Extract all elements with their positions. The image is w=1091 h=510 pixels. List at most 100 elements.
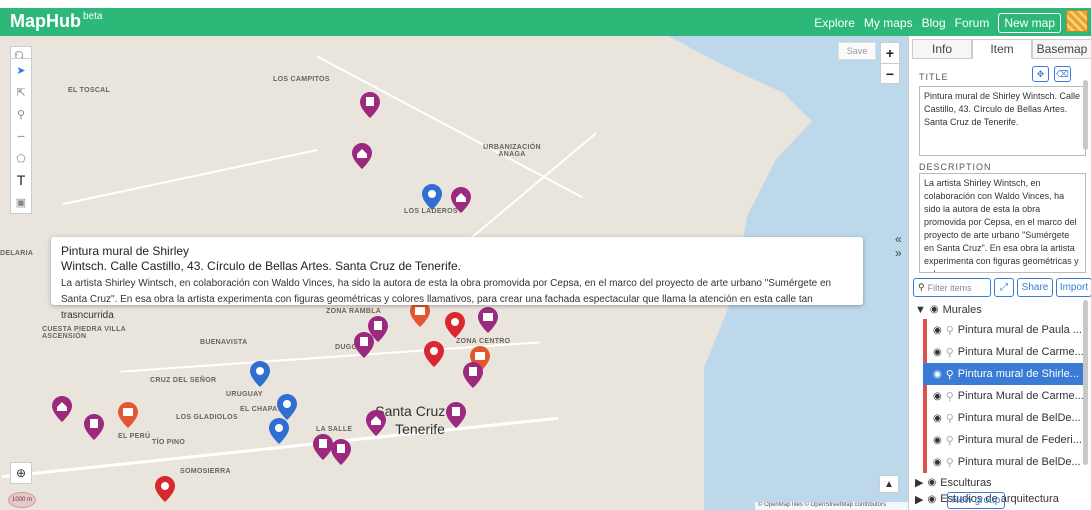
list-item[interactable]: ◉ ⚲ Pintura Mural de Carme... bbox=[923, 341, 1087, 363]
eye-icon[interactable]: ◉ bbox=[933, 435, 942, 446]
locate-button[interactable]: ⊕ bbox=[10, 462, 32, 484]
caret-right-icon: ▶ bbox=[915, 477, 924, 489]
group-esculturas[interactable]: ▶ ◉ Esculturas bbox=[909, 473, 1087, 492]
map-marker-blue[interactable] bbox=[277, 394, 297, 420]
map-marker-home[interactable] bbox=[451, 187, 471, 213]
text-tool[interactable]: T bbox=[11, 169, 31, 191]
list-item-selected[interactable]: ◉ ⚲ Pintura mural de Shirle... bbox=[923, 363, 1087, 385]
group-murales[interactable]: ▼ ◉ Murales bbox=[909, 300, 1087, 319]
zoom-control: + − bbox=[880, 42, 900, 84]
map-label: CUESTA PIEDRA VILLA ASCENSIÓN bbox=[42, 326, 126, 340]
filter-input[interactable]: ⚲ Filter items bbox=[913, 278, 991, 297]
map-label: BUENAVISTA bbox=[200, 339, 248, 346]
map-marker-building[interactable] bbox=[360, 92, 380, 118]
tab-item[interactable]: Item bbox=[972, 39, 1032, 59]
filter-row: ⚲ Filter items ⤢ Share Import bbox=[909, 278, 1091, 298]
save-button[interactable]: Save bbox=[838, 42, 876, 60]
photo-tool[interactable]: ▣ bbox=[11, 191, 31, 213]
item-label: Pintura Mural de Carme... bbox=[957, 346, 1084, 358]
nav-my-maps[interactable]: My maps bbox=[864, 16, 913, 30]
logo[interactable]: MapHub beta bbox=[10, 11, 102, 32]
zoom-out-button[interactable]: − bbox=[881, 63, 899, 83]
chevron-left-icon: « bbox=[895, 232, 902, 246]
share-button[interactable]: Share bbox=[1017, 278, 1053, 297]
map-marker-building[interactable] bbox=[313, 434, 333, 460]
eye-icon[interactable]: ◉ bbox=[933, 369, 942, 380]
list-item[interactable]: ◉ ⚲ Pintura mural de Federi... bbox=[923, 429, 1087, 451]
group-label: Murales bbox=[942, 303, 982, 316]
panel-toggle[interactable]: « » bbox=[895, 232, 909, 272]
title-label: TITLE bbox=[919, 72, 949, 82]
map-canvas[interactable]: EL TOSCAL LOS CAMPITOS URBANIZACIÓN ANAG… bbox=[0, 36, 908, 510]
list-item[interactable]: ◉ ⚲ Pintura mural de Paula ... bbox=[923, 319, 1087, 341]
popup-description: La artista Shirley Wintsch, en colaborac… bbox=[61, 278, 832, 321]
text-icon: T bbox=[16, 172, 26, 188]
list-item[interactable]: ◉ ⚲ Pintura mural de BelDe... bbox=[923, 407, 1087, 429]
north-button[interactable]: ▲ bbox=[879, 475, 899, 493]
expand-button[interactable]: ⤢ bbox=[994, 278, 1014, 297]
map-label: LA SALLE bbox=[316, 426, 353, 433]
trash-icon: ⌫ bbox=[1056, 68, 1069, 79]
eye-icon[interactable]: ◉ bbox=[927, 477, 936, 488]
map-label: URUGUAY bbox=[226, 391, 263, 398]
item-label: Pintura Mural de Carme... bbox=[957, 390, 1084, 402]
map-marker-red[interactable] bbox=[424, 341, 444, 367]
map-attribution[interactable]: © OpenMapTiles © OpenStreetMap contribut… bbox=[755, 502, 908, 510]
nav-blog[interactable]: Blog bbox=[922, 16, 946, 30]
map-marker-blue[interactable] bbox=[250, 361, 270, 387]
eye-icon[interactable]: ◉ bbox=[933, 347, 942, 358]
map-marker-home[interactable] bbox=[366, 410, 386, 436]
line-tool[interactable]: ∽ bbox=[11, 125, 31, 147]
map-marker-blue[interactable] bbox=[422, 184, 442, 210]
marker-outline-icon: ⚲ bbox=[945, 434, 954, 447]
import-button[interactable]: Import bbox=[1056, 278, 1091, 297]
tree-scrollbar[interactable] bbox=[1083, 300, 1088, 465]
delete-button[interactable]: ⌫ bbox=[1054, 66, 1071, 82]
map-marker-orange[interactable] bbox=[118, 402, 138, 428]
list-item[interactable]: ◉ ⚲ Pintura Mural de Carme... bbox=[923, 385, 1087, 407]
map-marker-building[interactable] bbox=[354, 332, 374, 358]
map-marker-home[interactable] bbox=[52, 396, 72, 422]
list-item[interactable]: ◉ ⚲ Pintura mural de BelDe... bbox=[923, 451, 1087, 473]
user-avatar[interactable] bbox=[1066, 10, 1088, 32]
polygon-tool[interactable]: ⬠ bbox=[11, 147, 31, 169]
map-marker-building[interactable] bbox=[446, 402, 466, 428]
filter-placeholder: Filter items bbox=[927, 282, 972, 293]
eye-icon[interactable]: ◉ bbox=[933, 457, 942, 468]
map-marker-building[interactable] bbox=[84, 414, 104, 440]
select-tool[interactable]: ➤ bbox=[11, 59, 31, 81]
map-marker-red[interactable] bbox=[155, 476, 175, 502]
select-area-tool[interactable]: ⇱ bbox=[11, 81, 31, 103]
map-marker-home[interactable] bbox=[352, 143, 372, 169]
description-scrollbar[interactable] bbox=[1083, 80, 1088, 150]
zoom-in-button[interactable]: + bbox=[881, 43, 899, 63]
tab-info[interactable]: Info bbox=[912, 39, 972, 59]
description-field[interactable]: La artista Shirley Wintsch, en colaborac… bbox=[919, 173, 1086, 273]
tab-basemap[interactable]: Basemap bbox=[1032, 39, 1091, 59]
point-tool[interactable]: ⚲ bbox=[11, 103, 31, 125]
nav-explore[interactable]: Explore bbox=[814, 16, 855, 30]
eye-icon[interactable]: ◉ bbox=[933, 413, 942, 424]
map-marker-building[interactable] bbox=[331, 439, 351, 465]
eye-icon[interactable]: ◉ bbox=[927, 494, 936, 505]
eye-icon[interactable]: ◉ bbox=[933, 391, 942, 402]
eye-icon[interactable]: ◉ bbox=[930, 304, 939, 315]
marker-outline-icon: ⚲ bbox=[945, 346, 954, 359]
map-marker-building[interactable] bbox=[463, 362, 483, 388]
new-map-button[interactable]: New map bbox=[998, 13, 1061, 33]
marker-outline-icon: ⚲ bbox=[945, 412, 954, 425]
move-button[interactable]: ✥ bbox=[1032, 66, 1049, 82]
new-group-button[interactable]: New group bbox=[947, 492, 1005, 509]
plus-icon: + bbox=[885, 45, 895, 61]
map-marker-blue[interactable] bbox=[269, 418, 289, 444]
marker-outline-icon: ⚲ bbox=[945, 456, 954, 469]
nav-forum[interactable]: Forum bbox=[955, 16, 990, 30]
polyline-icon: ∽ bbox=[16, 130, 26, 143]
map-label: ZONA CENTRO bbox=[456, 338, 511, 345]
eye-icon[interactable]: ◉ bbox=[933, 325, 942, 336]
group-label: Esculturas bbox=[940, 476, 992, 489]
description-label: DESCRIPTION bbox=[919, 162, 992, 172]
title-field[interactable]: Pintura mural de Shirley Wintsch. Calle … bbox=[919, 86, 1086, 156]
crosshair-icon: ⊕ bbox=[15, 466, 27, 480]
polygon-icon: ⬠ bbox=[16, 152, 26, 165]
